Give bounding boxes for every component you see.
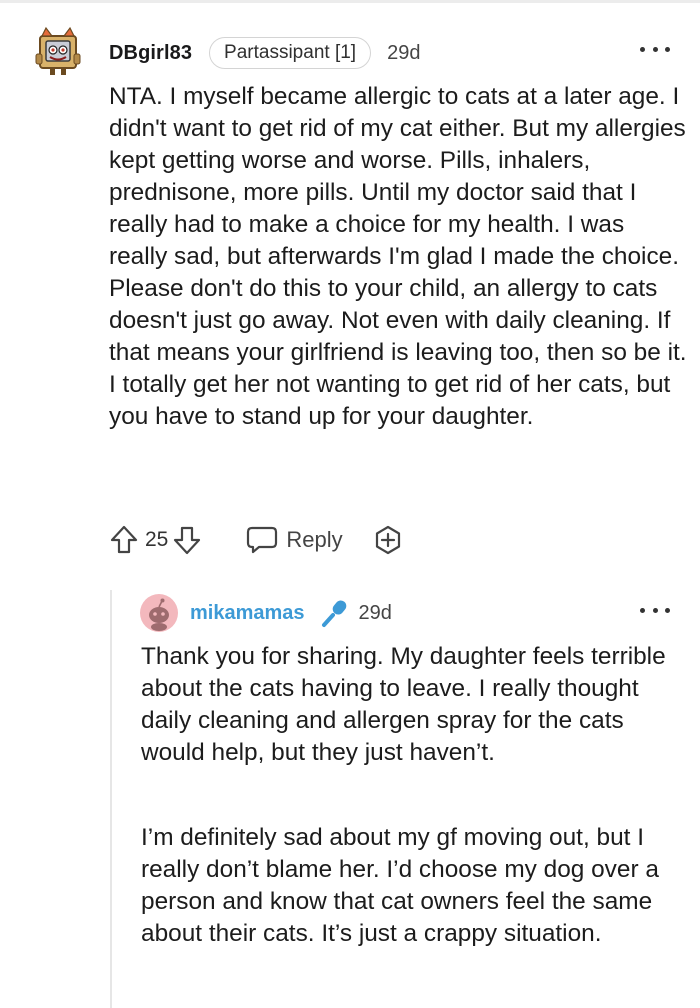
speech-bubble-icon (246, 525, 278, 555)
upvote-arrow-icon[interactable] (109, 524, 139, 556)
comment-actions: 25 Reply (109, 522, 403, 558)
microphone-icon (319, 597, 351, 629)
user-flair: Partassipant [1] (209, 37, 372, 69)
snoo-avatar-icon[interactable] (32, 26, 84, 78)
downvote-arrow-icon[interactable] (172, 524, 202, 556)
comment-age: 29d (358, 601, 392, 624)
vote-count: 25 (145, 528, 169, 551)
username[interactable]: DBgirl83 (109, 42, 192, 65)
thread-line[interactable] (110, 590, 112, 1008)
top-divider (0, 0, 700, 3)
award-plus-icon[interactable] (373, 525, 403, 555)
comment-body: NTA. I myself became allergic to cats at… (109, 83, 687, 430)
comment-header: mikamamas 29d (190, 595, 392, 631)
username[interactable]: mikamamas (190, 602, 305, 625)
comment-paragraph: I’m definitely sad about my gf moving ou… (141, 824, 659, 947)
more-options-icon[interactable] (640, 600, 670, 620)
reply-label: Reply (286, 527, 343, 552)
more-options-icon[interactable] (640, 39, 670, 59)
comment-paragraph: Thank you for sharing. My daughter feels… (141, 643, 666, 766)
reply-button[interactable]: Reply (246, 525, 343, 555)
comment-age: 29d (387, 41, 421, 64)
snoo-avatar-icon[interactable] (140, 594, 178, 632)
comment-header: DBgirl83 Partassipant [1] 29d (109, 34, 420, 72)
